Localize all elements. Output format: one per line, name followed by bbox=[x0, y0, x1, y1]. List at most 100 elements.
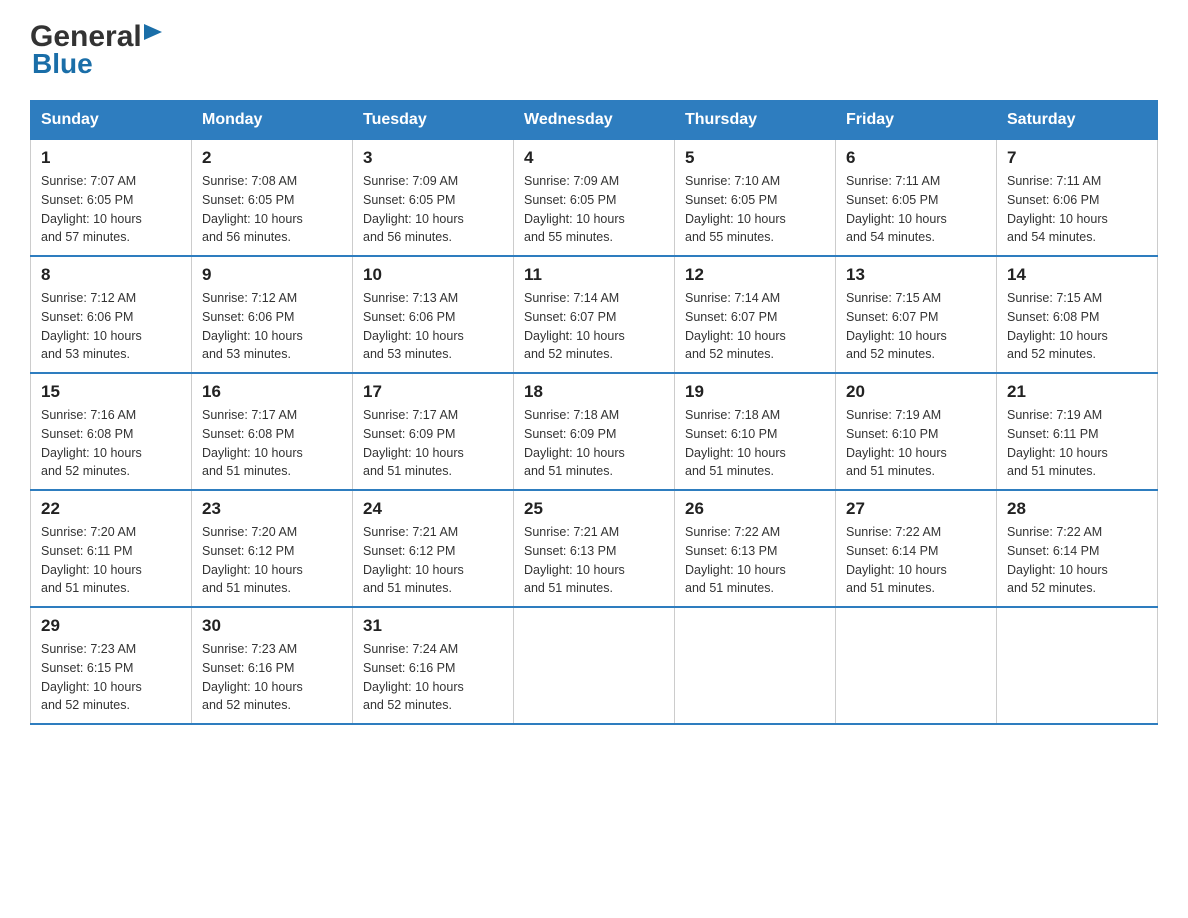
day-info: Sunrise: 7:09 AM Sunset: 6:05 PM Dayligh… bbox=[363, 172, 503, 247]
calendar-cell: 31 Sunrise: 7:24 AM Sunset: 6:16 PM Dayl… bbox=[353, 607, 514, 724]
calendar-cell: 21 Sunrise: 7:19 AM Sunset: 6:11 PM Dayl… bbox=[997, 373, 1158, 490]
day-number: 21 bbox=[1007, 382, 1147, 402]
day-info: Sunrise: 7:15 AM Sunset: 6:07 PM Dayligh… bbox=[846, 289, 986, 364]
day-info: Sunrise: 7:21 AM Sunset: 6:12 PM Dayligh… bbox=[363, 523, 503, 598]
day-info: Sunrise: 7:23 AM Sunset: 6:15 PM Dayligh… bbox=[41, 640, 181, 715]
calendar-cell: 18 Sunrise: 7:18 AM Sunset: 6:09 PM Dayl… bbox=[514, 373, 675, 490]
calendar-cell: 13 Sunrise: 7:15 AM Sunset: 6:07 PM Dayl… bbox=[836, 256, 997, 373]
calendar-cell: 1 Sunrise: 7:07 AM Sunset: 6:05 PM Dayli… bbox=[31, 140, 192, 257]
day-info: Sunrise: 7:17 AM Sunset: 6:09 PM Dayligh… bbox=[363, 406, 503, 481]
calendar-cell: 8 Sunrise: 7:12 AM Sunset: 6:06 PM Dayli… bbox=[31, 256, 192, 373]
day-number: 5 bbox=[685, 148, 825, 168]
day-number: 24 bbox=[363, 499, 503, 519]
day-number: 15 bbox=[41, 382, 181, 402]
calendar-cell: 19 Sunrise: 7:18 AM Sunset: 6:10 PM Dayl… bbox=[675, 373, 836, 490]
day-number: 8 bbox=[41, 265, 181, 285]
day-number: 17 bbox=[363, 382, 503, 402]
calendar-cell: 9 Sunrise: 7:12 AM Sunset: 6:06 PM Dayli… bbox=[192, 256, 353, 373]
calendar-header-friday: Friday bbox=[836, 101, 997, 140]
day-info: Sunrise: 7:10 AM Sunset: 6:05 PM Dayligh… bbox=[685, 172, 825, 247]
logo-triangle-icon bbox=[144, 24, 166, 46]
calendar-header-saturday: Saturday bbox=[997, 101, 1158, 140]
day-number: 27 bbox=[846, 499, 986, 519]
day-info: Sunrise: 7:23 AM Sunset: 6:16 PM Dayligh… bbox=[202, 640, 342, 715]
calendar-cell: 28 Sunrise: 7:22 AM Sunset: 6:14 PM Dayl… bbox=[997, 490, 1158, 607]
day-number: 6 bbox=[846, 148, 986, 168]
calendar-week-row: 15 Sunrise: 7:16 AM Sunset: 6:08 PM Dayl… bbox=[31, 373, 1158, 490]
day-number: 29 bbox=[41, 616, 181, 636]
day-number: 16 bbox=[202, 382, 342, 402]
calendar-cell: 22 Sunrise: 7:20 AM Sunset: 6:11 PM Dayl… bbox=[31, 490, 192, 607]
calendar-cell: 26 Sunrise: 7:22 AM Sunset: 6:13 PM Dayl… bbox=[675, 490, 836, 607]
day-number: 20 bbox=[846, 382, 986, 402]
day-info: Sunrise: 7:13 AM Sunset: 6:06 PM Dayligh… bbox=[363, 289, 503, 364]
page-header: General Blue bbox=[30, 20, 1158, 80]
calendar-cell: 16 Sunrise: 7:17 AM Sunset: 6:08 PM Dayl… bbox=[192, 373, 353, 490]
calendar-cell: 23 Sunrise: 7:20 AM Sunset: 6:12 PM Dayl… bbox=[192, 490, 353, 607]
calendar-cell: 10 Sunrise: 7:13 AM Sunset: 6:06 PM Dayl… bbox=[353, 256, 514, 373]
day-info: Sunrise: 7:17 AM Sunset: 6:08 PM Dayligh… bbox=[202, 406, 342, 481]
calendar-cell: 27 Sunrise: 7:22 AM Sunset: 6:14 PM Dayl… bbox=[836, 490, 997, 607]
calendar-header-sunday: Sunday bbox=[31, 101, 192, 140]
day-info: Sunrise: 7:22 AM Sunset: 6:14 PM Dayligh… bbox=[1007, 523, 1147, 598]
day-info: Sunrise: 7:18 AM Sunset: 6:10 PM Dayligh… bbox=[685, 406, 825, 481]
day-number: 10 bbox=[363, 265, 503, 285]
day-info: Sunrise: 7:14 AM Sunset: 6:07 PM Dayligh… bbox=[685, 289, 825, 364]
calendar-header-monday: Monday bbox=[192, 101, 353, 140]
day-number: 26 bbox=[685, 499, 825, 519]
day-info: Sunrise: 7:11 AM Sunset: 6:06 PM Dayligh… bbox=[1007, 172, 1147, 247]
day-number: 31 bbox=[363, 616, 503, 636]
calendar-header-thursday: Thursday bbox=[675, 101, 836, 140]
day-info: Sunrise: 7:15 AM Sunset: 6:08 PM Dayligh… bbox=[1007, 289, 1147, 364]
calendar-cell: 4 Sunrise: 7:09 AM Sunset: 6:05 PM Dayli… bbox=[514, 140, 675, 257]
day-number: 2 bbox=[202, 148, 342, 168]
calendar-cell: 11 Sunrise: 7:14 AM Sunset: 6:07 PM Dayl… bbox=[514, 256, 675, 373]
calendar-week-row: 29 Sunrise: 7:23 AM Sunset: 6:15 PM Dayl… bbox=[31, 607, 1158, 724]
calendar-cell: 20 Sunrise: 7:19 AM Sunset: 6:10 PM Dayl… bbox=[836, 373, 997, 490]
day-number: 4 bbox=[524, 148, 664, 168]
calendar-cell bbox=[675, 607, 836, 724]
day-number: 12 bbox=[685, 265, 825, 285]
day-number: 23 bbox=[202, 499, 342, 519]
calendar-cell: 5 Sunrise: 7:10 AM Sunset: 6:05 PM Dayli… bbox=[675, 140, 836, 257]
calendar-cell: 29 Sunrise: 7:23 AM Sunset: 6:15 PM Dayl… bbox=[31, 607, 192, 724]
day-info: Sunrise: 7:12 AM Sunset: 6:06 PM Dayligh… bbox=[202, 289, 342, 364]
calendar-table: SundayMondayTuesdayWednesdayThursdayFrid… bbox=[30, 100, 1158, 725]
day-info: Sunrise: 7:20 AM Sunset: 6:12 PM Dayligh… bbox=[202, 523, 342, 598]
calendar-cell: 6 Sunrise: 7:11 AM Sunset: 6:05 PM Dayli… bbox=[836, 140, 997, 257]
calendar-cell: 14 Sunrise: 7:15 AM Sunset: 6:08 PM Dayl… bbox=[997, 256, 1158, 373]
day-info: Sunrise: 7:19 AM Sunset: 6:10 PM Dayligh… bbox=[846, 406, 986, 481]
day-info: Sunrise: 7:19 AM Sunset: 6:11 PM Dayligh… bbox=[1007, 406, 1147, 481]
calendar-cell: 2 Sunrise: 7:08 AM Sunset: 6:05 PM Dayli… bbox=[192, 140, 353, 257]
day-number: 18 bbox=[524, 382, 664, 402]
calendar-cell bbox=[514, 607, 675, 724]
calendar-cell: 30 Sunrise: 7:23 AM Sunset: 6:16 PM Dayl… bbox=[192, 607, 353, 724]
day-info: Sunrise: 7:20 AM Sunset: 6:11 PM Dayligh… bbox=[41, 523, 181, 598]
day-number: 7 bbox=[1007, 148, 1147, 168]
day-info: Sunrise: 7:16 AM Sunset: 6:08 PM Dayligh… bbox=[41, 406, 181, 481]
day-info: Sunrise: 7:14 AM Sunset: 6:07 PM Dayligh… bbox=[524, 289, 664, 364]
day-info: Sunrise: 7:18 AM Sunset: 6:09 PM Dayligh… bbox=[524, 406, 664, 481]
day-number: 3 bbox=[363, 148, 503, 168]
calendar-week-row: 8 Sunrise: 7:12 AM Sunset: 6:06 PM Dayli… bbox=[31, 256, 1158, 373]
day-info: Sunrise: 7:24 AM Sunset: 6:16 PM Dayligh… bbox=[363, 640, 503, 715]
calendar-cell: 7 Sunrise: 7:11 AM Sunset: 6:06 PM Dayli… bbox=[997, 140, 1158, 257]
day-info: Sunrise: 7:22 AM Sunset: 6:14 PM Dayligh… bbox=[846, 523, 986, 598]
calendar-cell bbox=[836, 607, 997, 724]
day-number: 13 bbox=[846, 265, 986, 285]
calendar-header-row: SundayMondayTuesdayWednesdayThursdayFrid… bbox=[31, 101, 1158, 140]
logo: General Blue bbox=[30, 20, 166, 80]
day-info: Sunrise: 7:22 AM Sunset: 6:13 PM Dayligh… bbox=[685, 523, 825, 598]
day-number: 14 bbox=[1007, 265, 1147, 285]
day-info: Sunrise: 7:11 AM Sunset: 6:05 PM Dayligh… bbox=[846, 172, 986, 247]
day-info: Sunrise: 7:09 AM Sunset: 6:05 PM Dayligh… bbox=[524, 172, 664, 247]
calendar-cell: 17 Sunrise: 7:17 AM Sunset: 6:09 PM Dayl… bbox=[353, 373, 514, 490]
calendar-header-wednesday: Wednesday bbox=[514, 101, 675, 140]
calendar-week-row: 22 Sunrise: 7:20 AM Sunset: 6:11 PM Dayl… bbox=[31, 490, 1158, 607]
calendar-cell: 24 Sunrise: 7:21 AM Sunset: 6:12 PM Dayl… bbox=[353, 490, 514, 607]
day-number: 25 bbox=[524, 499, 664, 519]
day-number: 28 bbox=[1007, 499, 1147, 519]
day-number: 1 bbox=[41, 148, 181, 168]
calendar-cell: 25 Sunrise: 7:21 AM Sunset: 6:13 PM Dayl… bbox=[514, 490, 675, 607]
day-number: 9 bbox=[202, 265, 342, 285]
